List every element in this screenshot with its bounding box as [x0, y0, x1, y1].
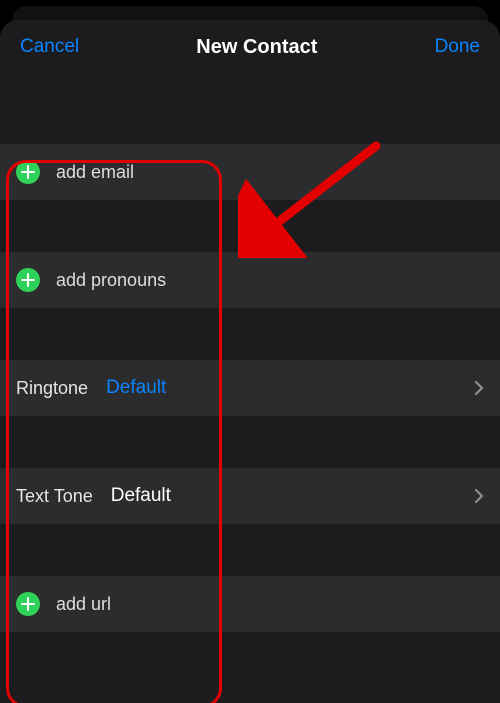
texttone-row[interactable]: Text Tone Default [0, 468, 500, 524]
add-email-label: add email [56, 162, 134, 183]
add-url-label: add url [56, 594, 111, 615]
nav-bar: Cancel New Contact Done [0, 20, 500, 74]
texttone-label: Text Tone [16, 486, 93, 507]
ringtone-label: Ringtone [16, 378, 88, 399]
section-gap [0, 200, 500, 252]
cancel-button[interactable]: Cancel [20, 36, 79, 58]
chevron-right-icon [474, 488, 484, 504]
add-email-row[interactable]: add email [0, 144, 500, 200]
plus-icon [16, 160, 40, 184]
add-pronouns-label: add pronouns [56, 270, 166, 291]
section-gap [0, 524, 500, 576]
plus-icon [16, 268, 40, 292]
page-title: New Contact [196, 36, 317, 59]
texttone-value: Default [111, 485, 171, 507]
ringtone-value: Default [106, 377, 166, 399]
plus-icon [16, 592, 40, 616]
chevron-right-icon [474, 380, 484, 396]
add-url-row[interactable]: add url [0, 576, 500, 632]
section-gap [0, 416, 500, 468]
add-pronouns-row[interactable]: add pronouns [0, 252, 500, 308]
new-contact-sheet: Cancel New Contact Done add email add pr… [0, 20, 500, 703]
done-button[interactable]: Done [435, 36, 480, 58]
content-area: add email add pronouns Ringtone Default … [0, 74, 500, 632]
section-gap [0, 308, 500, 360]
ringtone-row[interactable]: Ringtone Default [0, 360, 500, 416]
